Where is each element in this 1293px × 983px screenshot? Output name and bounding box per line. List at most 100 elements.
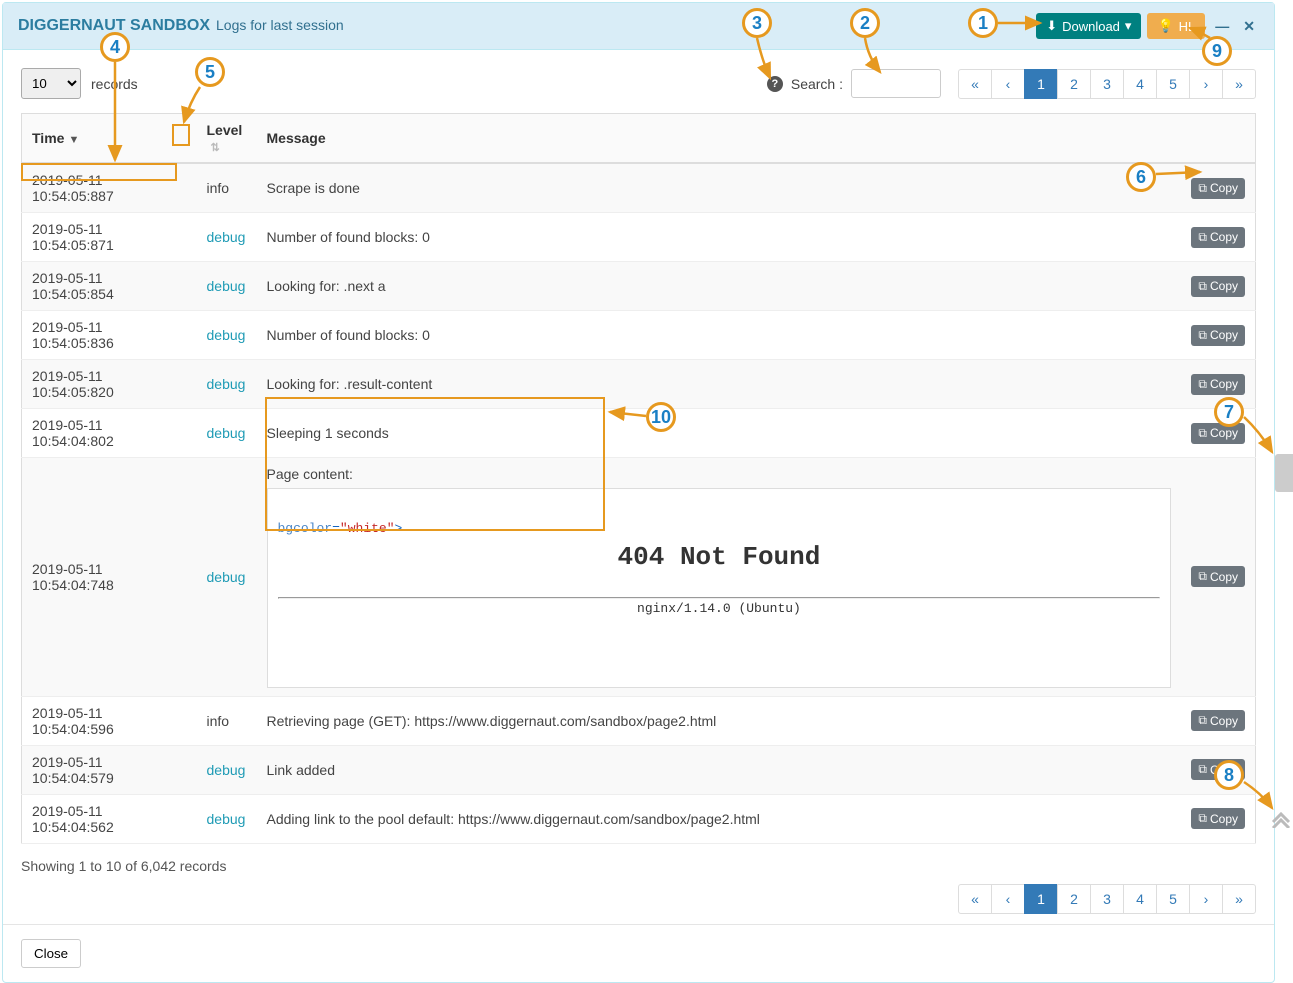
cell-message: Number of found blocks: 0 [257,311,1182,360]
pagination-top: « ‹ 1 2 3 4 5 › » [959,69,1256,99]
side-tab[interactable] [1275,454,1293,492]
message-text: Adding link to the pool default: https:/… [267,811,760,827]
cell-copy: ⧉Copy [1181,163,1255,213]
panel-body: 10 records ? Search : « ‹ 1 2 3 4 5 [3,50,1274,924]
minimize-icon[interactable]: — [1211,18,1233,34]
page-first-b[interactable]: « [958,884,992,914]
cell-message: Retrieving page (GET): https://www.digge… [257,696,1182,745]
col-level[interactable]: Level⇅ [197,114,257,164]
cell-time: 2019-05-11 10:54:04:802 [22,409,197,458]
cell-level: debug [197,311,257,360]
search-label: Search : [791,76,843,92]
cell-time: 2019-05-11 10:54:05:820 [22,360,197,409]
cell-copy: ⧉Copy [1181,696,1255,745]
cell-time: 2019-05-11 10:54:05:871 [22,213,197,262]
col-copy [1181,114,1255,164]
copy-button[interactable]: ⧉Copy [1191,227,1245,248]
scroll-to-top-icon[interactable] [1271,808,1291,834]
page-prev[interactable]: ‹ [991,69,1025,99]
copy-icon: ⧉ [1198,181,1207,196]
page-1[interactable]: 1 [1024,69,1058,99]
col-message[interactable]: Message [257,114,1182,164]
cell-time: 2019-05-11 10:54:04:596 [22,696,197,745]
cell-message: Looking for: .next a [257,262,1182,311]
copy-icon: ⧉ [1198,713,1207,728]
page-4[interactable]: 4 [1123,69,1157,99]
page-prev-b[interactable]: ‹ [991,884,1025,914]
cell-message: Page content: </span><span class="txt">4… [257,458,1182,697]
page-2[interactable]: 2 [1057,69,1091,99]
table-row: 2019-05-11 10:54:04:579 debug Link added… [22,745,1256,794]
cell-time: 2019-05-11 10:54:05:854 [22,262,197,311]
table-row: 2019-05-11 10:54:04:596 info Retrieving … [22,696,1256,745]
download-button[interactable]: ⬇ Download ▾ [1036,13,1141,39]
copy-button[interactable]: ⧉Copy [1191,276,1245,297]
copy-icon: ⧉ [1198,762,1207,777]
cell-copy: ⧉Copy [1181,745,1255,794]
page-next-b[interactable]: › [1189,884,1223,914]
cell-copy: ⧉Copy [1181,311,1255,360]
cell-message: Looking for: .result-content [257,360,1182,409]
page-5[interactable]: 5 [1156,69,1190,99]
copy-button[interactable]: ⧉Copy [1191,374,1245,395]
copy-button[interactable]: ⧉Copy [1191,710,1245,731]
page-1-b[interactable]: 1 [1024,884,1058,914]
copy-icon: ⧉ [1198,426,1207,441]
cell-time: 2019-05-11 10:54:04:748 [22,458,197,697]
cell-level: info [197,163,257,213]
copy-button[interactable]: ⧉Copy [1191,325,1245,346]
log-panel: DIGGERNAUT SANDBOX Logs for last session… [2,2,1275,983]
table-row: 2019-05-11 10:54:05:836 debug Number of … [22,311,1256,360]
message-text: Scrape is done [267,180,360,196]
cell-time: 2019-05-11 10:54:04:579 [22,745,197,794]
cell-message: Scrape is done [257,163,1182,213]
panel-header: DIGGERNAUT SANDBOX Logs for last session… [3,3,1274,50]
copy-button[interactable]: ⧉Copy [1191,808,1245,829]
cell-level: debug [197,262,257,311]
table-row: 2019-05-11 10:54:04:748 debug Page conte… [22,458,1256,697]
log-table: Time▼ Level⇅ Message 2019-05-11 10:54:05… [21,113,1256,844]
page-3[interactable]: 3 [1090,69,1124,99]
cell-time: 2019-05-11 10:54:05:887 [22,163,197,213]
cell-message: Sleeping 1 seconds [257,409,1182,458]
copy-button[interactable]: ⧉Copy [1191,178,1245,199]
cell-message: Number of found blocks: 0 [257,213,1182,262]
page-2-b[interactable]: 2 [1057,884,1091,914]
cell-copy: ⧉Copy [1181,458,1255,697]
message-text: Link added [267,762,336,778]
message-text: Page content: [267,466,1172,482]
page-first[interactable]: « [958,69,992,99]
page-last-b[interactable]: » [1222,884,1256,914]
page-last[interactable]: » [1222,69,1256,99]
cell-level: debug [197,458,257,697]
download-icon: ⬇ [1046,18,1057,34]
cell-level: debug [197,745,257,794]
hl-label: HL [1179,19,1196,34]
message-text: Sleeping 1 seconds [267,425,389,441]
close-icon[interactable]: ✕ [1239,18,1259,35]
help-icon[interactable]: ? [767,76,783,92]
copy-button[interactable]: ⧉Copy [1191,423,1245,444]
page-4-b[interactable]: 4 [1123,884,1157,914]
page-5-b[interactable]: 5 [1156,884,1190,914]
search-input[interactable] [851,69,941,98]
copy-button[interactable]: ⧉Copy [1191,759,1245,780]
page-next[interactable]: › [1189,69,1223,99]
copy-icon: ⧉ [1198,377,1207,392]
copy-icon: ⧉ [1198,569,1207,584]
code-block[interactable]: </span><span class="txt">404 Not Found</… [267,488,1172,688]
copy-icon: ⧉ [1198,279,1207,294]
showing-text: Showing 1 to 10 of 6,042 records [21,858,1256,874]
message-text: Looking for: .result-content [267,376,433,392]
table-row: 2019-05-11 10:54:05:887 info Scrape is d… [22,163,1256,213]
panel-footer: Close [3,924,1274,982]
hl-button[interactable]: 💡 HL [1147,13,1205,39]
cell-level: info [197,696,257,745]
records-select[interactable]: 10 [21,68,81,99]
copy-icon: ⧉ [1198,230,1207,245]
table-row: 2019-05-11 10:54:05:820 debug Looking fo… [22,360,1256,409]
page-3-b[interactable]: 3 [1090,884,1124,914]
col-time[interactable]: Time▼ [22,114,197,164]
copy-button[interactable]: ⧉Copy [1191,566,1245,587]
close-button[interactable]: Close [21,939,81,968]
